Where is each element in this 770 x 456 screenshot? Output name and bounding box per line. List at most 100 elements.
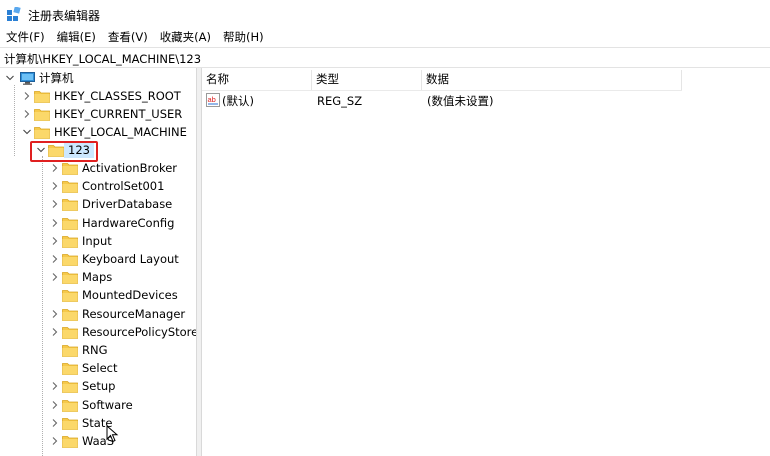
string-value-icon: ab [206, 93, 220, 107]
tree-label: Maps [82, 270, 113, 285]
tree-item-child[interactable]: Select [0, 359, 196, 377]
chevron-right-icon[interactable] [50, 250, 60, 268]
key-tree-pane[interactable]: 计算机 HKEY_CLASSES_ROOT HKEY_CURRENT_USER … [0, 68, 196, 456]
chevron-down-icon[interactable] [36, 141, 46, 159]
folder-icon [62, 254, 78, 266]
tree-label: Input [82, 233, 112, 248]
column-header-data[interactable]: 数据 [422, 70, 682, 90]
chevron-right-icon[interactable] [50, 377, 60, 395]
menu-edit[interactable]: 编辑(E) [51, 28, 102, 46]
folder-icon [62, 290, 78, 303]
tree-item-child[interactable]: MountedDevices [0, 286, 196, 304]
title-bar: 注册表编辑器 [0, 0, 770, 28]
tree-item-hklm[interactable]: HKEY_LOCAL_MACHINE [0, 123, 196, 141]
tree-item-child[interactable]: WaaS [0, 432, 196, 450]
tree-item-child[interactable]: ControlSet001 [0, 177, 196, 195]
folder-icon [62, 326, 78, 339]
tree-label: ResourceManager [82, 306, 186, 321]
tree-label: MountedDevices [82, 288, 178, 303]
menu-view[interactable]: 查看(V) [102, 28, 154, 46]
chevron-right-icon[interactable] [50, 214, 60, 232]
folder-icon [62, 199, 78, 212]
folder-icon [34, 109, 50, 121]
address-bar[interactable]: 计算机\HKEY_LOCAL_MACHINE\123 [0, 47, 770, 68]
tree-label: Setup [82, 379, 116, 394]
chevron-right-icon[interactable] [50, 159, 60, 177]
chevron-right-icon[interactable] [22, 105, 32, 123]
chevron-right-icon[interactable] [50, 432, 60, 450]
window-title: 注册表编辑器 [28, 9, 101, 23]
value-type: REG_SZ [317, 94, 363, 108]
tree-label: HardwareConfig [82, 215, 175, 230]
folder-icon [62, 345, 78, 357]
values-list-pane[interactable]: 名称 类型 数据 ab (默认) REG_SZ (数值未设置) [202, 68, 770, 456]
chevron-right-icon[interactable] [50, 323, 60, 341]
chevron-right-icon[interactable] [50, 396, 60, 414]
tree-label: HKEY_CURRENT_USER [54, 107, 183, 121]
tree-label: ControlSet001 [82, 179, 165, 194]
chevron-right-icon[interactable] [50, 232, 60, 250]
folder-icon [62, 363, 78, 376]
tree-item-child[interactable]: Maps [0, 268, 196, 286]
tree-item-hkcr[interactable]: HKEY_CLASSES_ROOT [0, 87, 196, 105]
column-header-name[interactable]: 名称 [202, 70, 312, 90]
folder-icon [62, 272, 78, 285]
registry-editor-icon [7, 7, 21, 21]
svg-text:ab: ab [208, 95, 216, 104]
tree-item-child[interactable]: ResourcePolicyStore [0, 323, 196, 341]
menu-favorites[interactable]: 收藏夹(A) [154, 28, 217, 46]
header-divider [202, 90, 682, 91]
tree-label: HKEY_CLASSES_ROOT [54, 89, 181, 103]
tree-item-child[interactable]: HardwareConfig [0, 214, 196, 232]
column-header-type[interactable]: 类型 [312, 70, 422, 90]
folder-icon [62, 163, 78, 175]
folder-icon [34, 127, 50, 139]
folder-icon [34, 91, 50, 103]
chevron-right-icon[interactable] [50, 195, 60, 213]
tree-label: Keyboard Layout [82, 252, 179, 266]
menu-help[interactable]: 帮助(H) [217, 28, 270, 46]
tree-item-child[interactable]: Software [0, 396, 196, 414]
tree-label: Select [82, 361, 118, 376]
tree-label: ActivationBroker [82, 161, 178, 175]
tree-item-child[interactable]: RNG [0, 341, 196, 359]
tree-item-child[interactable]: ActivationBroker [0, 159, 196, 177]
tree-label: HKEY_LOCAL_MACHINE [54, 125, 187, 139]
chevron-right-icon[interactable] [50, 268, 60, 286]
folder-icon [62, 217, 78, 230]
tree-label: RNG [82, 343, 108, 357]
tree-item-hkcu[interactable]: HKEY_CURRENT_USER [0, 105, 196, 123]
chevron-right-icon[interactable] [50, 414, 60, 432]
tree-label: DriverDatabase [82, 197, 173, 212]
computer-icon [20, 72, 35, 85]
folder-icon [62, 399, 78, 412]
folder-icon [62, 417, 78, 430]
menu-bar: 文件(F) 编辑(E) 查看(V) 收藏夹(A) 帮助(H) [0, 28, 770, 46]
tree-item-child[interactable]: ResourceManager [0, 305, 196, 323]
tree-item-child[interactable]: State [0, 414, 196, 432]
value-data: (数值未设置) [427, 94, 494, 108]
chevron-down-icon[interactable] [22, 123, 32, 141]
chevron-right-icon[interactable] [50, 177, 60, 195]
address-path[interactable]: 计算机\HKEY_LOCAL_MACHINE\123 [4, 51, 201, 67]
chevron-down-icon[interactable] [5, 69, 15, 87]
folder-open-icon [48, 145, 64, 157]
tree-item-child[interactable]: Input [0, 232, 196, 250]
tree-item-child[interactable]: Keyboard Layout [0, 250, 196, 268]
tree-item-123[interactable]: 123 [0, 141, 196, 159]
chevron-right-icon[interactable] [50, 305, 60, 323]
table-row[interactable]: ab (默认) REG_SZ (数值未设置) [202, 92, 682, 110]
value-name: (默认) [222, 94, 254, 108]
folder-icon [62, 381, 78, 394]
menu-file[interactable]: 文件(F) [0, 28, 51, 46]
tree-item-child[interactable]: Setup [0, 377, 196, 395]
folder-icon [62, 436, 78, 448]
tree-label: ResourcePolicyStore [82, 324, 196, 339]
tree-item-computer[interactable]: 计算机 [0, 69, 196, 87]
folder-icon [62, 181, 78, 194]
chevron-right-icon[interactable] [22, 87, 32, 105]
tree-label: 123 [68, 143, 90, 157]
mouse-cursor-icon [106, 425, 119, 443]
tree-label: Software [82, 397, 133, 412]
tree-item-child[interactable]: DriverDatabase [0, 195, 196, 213]
